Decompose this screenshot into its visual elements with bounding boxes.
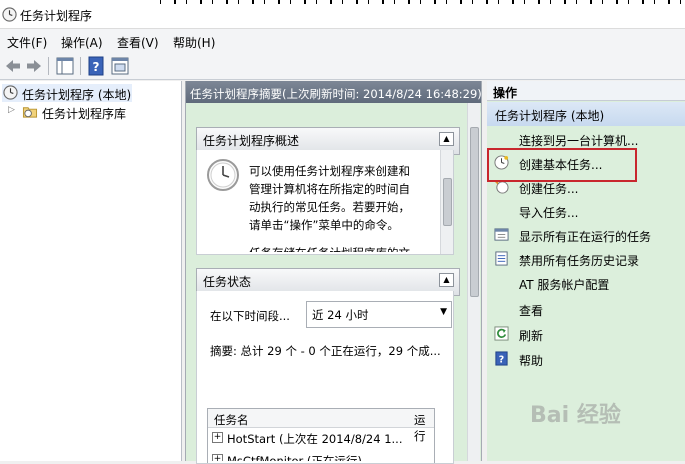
navigation-tree: 任务计划程序 (本地) ▷ 任务计划程序库 (0, 81, 182, 461)
action-label: 查看 (519, 304, 544, 318)
window-title: 任务计划程序 (20, 9, 93, 23)
back-arrow-icon[interactable] (3, 56, 23, 76)
expand-triangle-icon[interactable]: ▷ (8, 105, 15, 115)
action-label: 刷新 (519, 329, 544, 343)
summary-body: 任务计划程序概述 ▲ 可以使用任务计划程序来创建和 管理计算机将在所指定的时间自… (186, 103, 481, 464)
action-label: 禁用所有任务历史记录 (519, 254, 640, 268)
action-connect-computer[interactable]: 连接到另一台计算机... (487, 128, 685, 150)
menu-help[interactable]: 帮助(H) (173, 34, 215, 51)
expand-icon[interactable]: + (212, 432, 223, 443)
overview-body: 可以使用任务计划程序来创建和 管理计算机将在所指定的时间自 动执行的常见任务。若… (196, 150, 454, 255)
collapse-icon[interactable]: ▲ (439, 132, 454, 146)
overview-title: 任务计划程序概述 (203, 134, 300, 148)
title-bar-edge (150, 0, 685, 4)
tree-item-root[interactable]: 任务计划程序 (本地) (2, 84, 132, 102)
svg-text:?: ? (93, 60, 100, 74)
overview-line: 任务存储在任务计划程序库的文 (249, 244, 410, 252)
clock-icon (2, 7, 17, 22)
menu-file[interactable]: 文件(F) (7, 34, 47, 51)
tree-item-label: 任务计划程序 (本地) (22, 88, 132, 102)
table-row[interactable]: + HotStart (上次在 2014/8/24 1... (212, 431, 434, 448)
action-label: 帮助 (519, 354, 544, 368)
help-icon: ? (495, 351, 508, 366)
show-hide-tree-icon[interactable] (55, 56, 75, 76)
clock-icon (207, 159, 239, 191)
action-label: 创建任务... (519, 182, 579, 196)
period-select[interactable]: 近 24 小时 ▼ (306, 301, 452, 328)
task-row-label: MsCtfMonitor (正在运行) (227, 454, 362, 461)
summary-pane: 任务计划程序摘要(上次刷新时间: 2014/8/24 16:48:29) 任务计… (185, 81, 482, 464)
scroll-thumb[interactable] (470, 127, 479, 297)
status-summary: 摘要: 总计 29 个 - 0 个正在运行，29 个成... (210, 344, 441, 358)
actions-group-header[interactable]: 任务计划程序 (本地) (487, 102, 685, 126)
baidu-watermark: Bai 经验 (530, 403, 621, 428)
table-row[interactable]: + MsCtfMonitor (正在运行) (212, 453, 434, 461)
toolbar-separator (48, 57, 49, 75)
clock-icon (3, 85, 18, 100)
task-row-label: HotStart (上次在 2014/8/24 1... (227, 432, 403, 446)
highlight-annotation (487, 148, 637, 182)
overview-line: 管理计算机将在所指定的时间自 (249, 182, 410, 196)
forward-arrow-icon[interactable] (24, 56, 44, 76)
action-import-task[interactable]: 导入任务... (487, 200, 685, 222)
task-list: 任务名 运行 + HotStart (上次在 2014/8/24 1... + … (207, 408, 435, 463)
status-body: 在以下时间段... 近 24 小时 ▼ 摘要: 总计 29 个 - 0 个正在运… (196, 291, 454, 464)
status-title: 任务状态 (203, 275, 252, 289)
expand-icon[interactable]: + (212, 454, 223, 461)
action-label: 导入任务... (519, 206, 579, 220)
overview-scrollbar[interactable] (440, 150, 453, 254)
scroll-thumb[interactable] (443, 178, 452, 226)
action-disable-history[interactable]: 禁用所有任务历史记录 (487, 248, 685, 270)
action-help[interactable]: ? 帮助 (487, 348, 685, 370)
overview-line: 可以使用任务计划程序来创建和 (249, 164, 410, 178)
folder-clock-icon (22, 107, 38, 118)
action-label: 显示所有正在运行的任务 (519, 230, 652, 244)
help-icon[interactable]: ? (87, 56, 107, 76)
action-view[interactable]: 查看 (487, 298, 685, 320)
show-hide-action-pane-icon[interactable] (110, 56, 130, 76)
summary-header: 任务计划程序摘要(上次刷新时间: 2014/8/24 16:48:29) (186, 81, 481, 103)
dropdown-arrow-icon[interactable]: ▼ (440, 307, 447, 317)
period-value: 近 24 小时 (312, 308, 369, 322)
tree-item-library[interactable]: ▷ 任务计划程序库 (8, 103, 168, 121)
menu-action[interactable]: 操作(A) (61, 34, 103, 51)
column-task-name[interactable]: 任务名 (214, 412, 249, 428)
overview-text: 可以使用任务计划程序来创建和 管理计算机将在所指定的时间自 动执行的常见任务。若… (249, 162, 410, 252)
toolbar-separator (80, 57, 81, 75)
actions-header: 操作 (487, 81, 685, 101)
refresh-icon (494, 326, 509, 341)
svg-text:?: ? (499, 354, 504, 365)
history-icon (495, 251, 508, 266)
toolbar: ? (0, 53, 685, 80)
action-at-service-config[interactable]: AT 服务帐户配置 (487, 272, 685, 294)
action-label: AT 服务帐户配置 (519, 278, 610, 292)
title-bar: 任务计划程序 (0, 0, 685, 29)
tree-item-label: 任务计划程序库 (42, 107, 127, 121)
period-label: 在以下时间段... (210, 309, 290, 323)
task-list-header: 任务名 运行 (208, 409, 434, 443)
running-tasks-icon (494, 228, 509, 241)
overview-line: 动执行的常见任务。若要开始， (249, 200, 410, 214)
collapse-icon[interactable]: ▲ (439, 273, 454, 287)
menu-bar: 文件(F) 操作(A) 查看(V) 帮助(H) (0, 29, 685, 53)
menu-view[interactable]: 查看(V) (117, 34, 159, 51)
overview-line: 请单击“操作”菜单中的命令。 (249, 218, 399, 232)
action-show-running-tasks[interactable]: 显示所有正在运行的任务 (487, 224, 685, 246)
action-label: 连接到另一台计算机... (519, 134, 639, 148)
summary-scrollbar[interactable] (467, 103, 480, 461)
action-refresh[interactable]: 刷新 (487, 323, 685, 345)
